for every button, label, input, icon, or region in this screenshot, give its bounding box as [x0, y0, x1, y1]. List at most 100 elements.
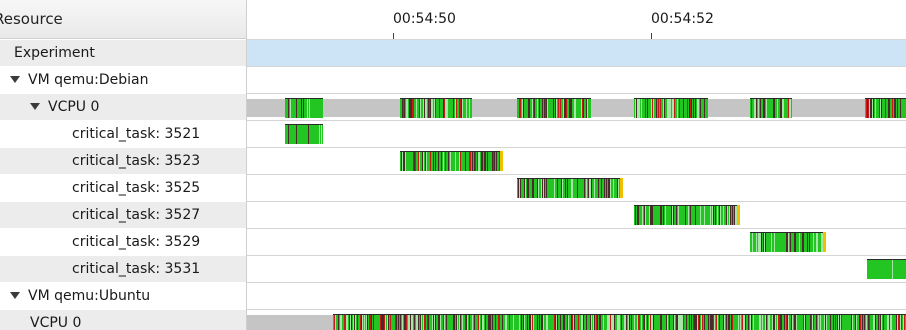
state-stripe [456, 99, 457, 118]
state-stripe [760, 99, 761, 118]
state-stripe [533, 99, 534, 118]
time-tick-mark [393, 33, 394, 39]
tree-row-vcpu-0[interactable]: VCPU 0 [0, 310, 246, 330]
state-stripe [639, 315, 640, 330]
state-stripe [866, 315, 867, 330]
state-stripe [355, 315, 356, 330]
vcpu-activity-block[interactable] [750, 98, 792, 118]
vcpu-activity-block[interactable] [865, 98, 906, 118]
state-stripe [787, 233, 788, 252]
state-stripe [668, 99, 669, 118]
state-stripe [649, 206, 650, 225]
state-stripe [301, 99, 302, 118]
critical-task-block[interactable] [285, 124, 323, 144]
state-stripe [402, 315, 403, 330]
state-stripe [641, 315, 642, 330]
state-stripe [599, 315, 600, 330]
tree-row-critical-task-3529[interactable]: critical_task: 3529 [0, 229, 246, 256]
state-stripe [567, 315, 568, 330]
state-stripe [474, 152, 475, 171]
state-stripe [637, 99, 638, 118]
state-stripe [765, 233, 766, 252]
state-stripe [645, 315, 646, 330]
state-stripe [629, 315, 630, 330]
state-stripe [661, 206, 662, 225]
timeline-view[interactable]: 00:54:50 00:54:52 [247, 0, 906, 330]
state-stripe [803, 233, 804, 252]
state-stripe [674, 99, 675, 118]
tree-row-critical-task-3523[interactable]: critical_task: 3523 [0, 148, 246, 175]
tree-row-label: VM qemu:Ubuntu [28, 288, 151, 304]
tree-row-label: VCPU 0 [30, 315, 82, 330]
state-stripe [852, 315, 853, 330]
experiment-bar[interactable] [247, 40, 906, 66]
state-stripe [574, 99, 575, 118]
state-stripe [571, 315, 572, 330]
tree-row-critical-task-3527[interactable]: critical_task: 3527 [0, 202, 246, 229]
state-stripe [578, 315, 579, 330]
critical-task-block[interactable] [400, 151, 503, 171]
state-stripe [566, 99, 567, 118]
state-stripe [830, 315, 831, 330]
state-stripe [432, 99, 433, 118]
state-stripe [644, 315, 645, 330]
critical-task-block[interactable] [634, 205, 740, 225]
tree-row-vm-qemu-ubuntu[interactable]: VM qemu:Ubuntu [0, 283, 246, 310]
state-stripe [700, 99, 701, 118]
state-stripe [492, 315, 493, 330]
vcpu-activity-block[interactable] [517, 98, 591, 118]
state-stripe [817, 233, 818, 252]
vcpu-activity-block[interactable] [400, 98, 472, 118]
state-stripe [538, 179, 539, 198]
tree-row-experiment[interactable]: Experiment [0, 40, 246, 67]
state-stripe [433, 152, 434, 171]
state-stripe [417, 315, 418, 330]
tree-row-critical-task-3521[interactable]: critical_task: 3521 [0, 121, 246, 148]
time-tick-label: 00:54:50 [393, 11, 456, 27]
vcpu-activity-block[interactable] [634, 98, 708, 118]
state-stripe [308, 125, 309, 144]
state-stripe [425, 315, 426, 330]
state-stripe [652, 206, 653, 225]
state-stripe [618, 179, 619, 198]
state-stripe [597, 315, 598, 330]
tree-row-critical-task-3525[interactable]: critical_task: 3525 [0, 175, 246, 202]
state-stripe [769, 315, 770, 330]
tree-row-critical-task-3531[interactable]: critical_task: 3531 [0, 256, 246, 283]
state-stripe [460, 152, 461, 171]
state-stripe [820, 315, 821, 330]
state-stripe [904, 315, 905, 330]
resource-column-header[interactable]: Resource [0, 0, 246, 39]
state-stripe [591, 315, 592, 330]
state-stripe [529, 99, 530, 118]
state-stripe [539, 99, 540, 118]
state-stripe [565, 179, 566, 198]
state-stripe [743, 315, 744, 330]
tree-row-vcpu-0[interactable]: VCPU 0 [0, 94, 246, 121]
time-ruler[interactable]: 00:54:50 00:54:52 [247, 0, 906, 40]
state-stripe [466, 99, 467, 118]
critical-task-block[interactable] [750, 232, 826, 252]
vcpu-activity-block[interactable] [333, 314, 906, 330]
state-stripe [290, 99, 291, 118]
state-stripe [647, 315, 648, 330]
state-stripe [780, 315, 781, 330]
state-stripe [537, 315, 538, 330]
state-stripe [840, 315, 841, 330]
expand-toggle-icon[interactable] [10, 291, 20, 299]
state-stripe [429, 99, 430, 118]
critical-task-block[interactable] [517, 178, 623, 198]
lane-separator [247, 66, 906, 67]
state-stripe [590, 179, 591, 198]
expand-toggle-icon[interactable] [10, 75, 20, 83]
tree-row-vm-qemu-debian[interactable]: VM qemu:Debian [0, 67, 246, 94]
lane-separator [247, 174, 906, 175]
state-stripe [453, 99, 454, 118]
state-stripe [411, 315, 412, 330]
state-stripe [373, 315, 374, 330]
expand-toggle-icon[interactable] [30, 102, 40, 110]
vcpu-activity-block[interactable] [285, 98, 323, 118]
state-stripe [546, 179, 547, 198]
critical-task-block[interactable] [867, 259, 906, 279]
state-stripe [855, 315, 856, 330]
